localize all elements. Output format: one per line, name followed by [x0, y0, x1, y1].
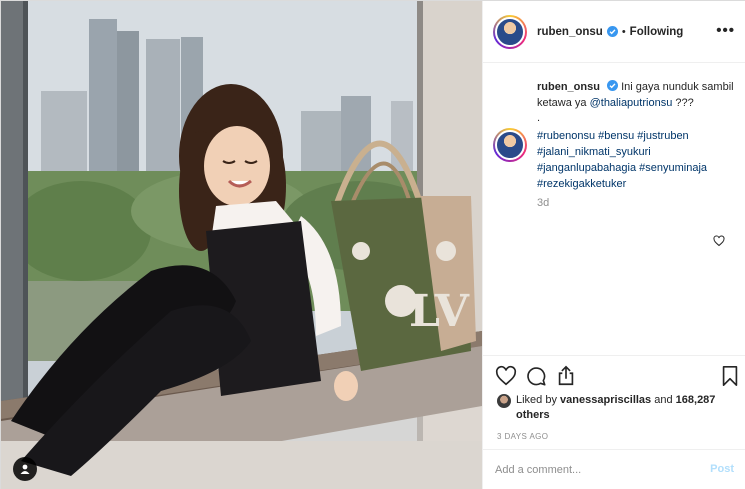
post-date[interactable]: 3 DAYS AGO [497, 432, 548, 441]
comment-time: 3d [537, 197, 550, 209]
divider [483, 355, 745, 356]
share-icon[interactable] [555, 365, 577, 387]
tagged-user-button[interactable] [13, 457, 37, 481]
photo-illustration: LV [1, 1, 482, 489]
header-separator: • [621, 25, 626, 38]
instagram-post: LV ruben_onsu • Following ••• ruben_onsu… [0, 0, 745, 489]
avatar[interactable] [493, 128, 527, 162]
more-options-icon[interactable]: ••• [716, 23, 735, 38]
liker-avatar[interactable] [497, 394, 511, 408]
caption-dot: . [537, 112, 541, 124]
comment-like-heart-icon[interactable] [713, 235, 725, 247]
header-username[interactable]: ruben_onsu [537, 26, 603, 38]
caption-mention[interactable]: @thaliaputrionsu [590, 97, 673, 109]
user-icon [20, 464, 30, 474]
verified-badge-icon [606, 26, 618, 37]
post-photo[interactable]: LV [1, 1, 482, 489]
bookmark-icon[interactable] [719, 365, 741, 387]
liker-username[interactable]: vanessapriscillas [560, 394, 651, 406]
heart-icon[interactable] [495, 365, 517, 387]
verified-badge-icon [607, 80, 619, 91]
caption-username[interactable]: ruben_onsu [537, 81, 600, 93]
following-button[interactable]: Following [630, 26, 684, 38]
likes-text: Liked by vanessapriscillas and 168,287 o… [516, 393, 736, 423]
post-caption: ruben_onsu Ini gaya nunduk sambil ketawa… [537, 79, 737, 124]
comment-icon[interactable] [525, 365, 547, 387]
post-comment-button[interactable]: Post [710, 463, 734, 475]
post-actions [495, 365, 739, 391]
post-side-panel: ruben_onsu • Following ••• ruben_onsu In… [482, 1, 745, 489]
likes-prefix: Liked by [516, 394, 557, 406]
divider [483, 449, 745, 450]
likes-conjunction: and [654, 394, 673, 406]
post-header: ruben_onsu • Following ••• [483, 1, 745, 63]
avatar[interactable] [493, 14, 527, 49]
svg-text:LV: LV [409, 286, 470, 337]
add-comment-input[interactable] [495, 461, 695, 479]
hashtags-text[interactable]: #rubenonsu #bensu #justruben #jalani_nik… [537, 128, 737, 192]
caption-suffix: ??? [675, 97, 694, 109]
